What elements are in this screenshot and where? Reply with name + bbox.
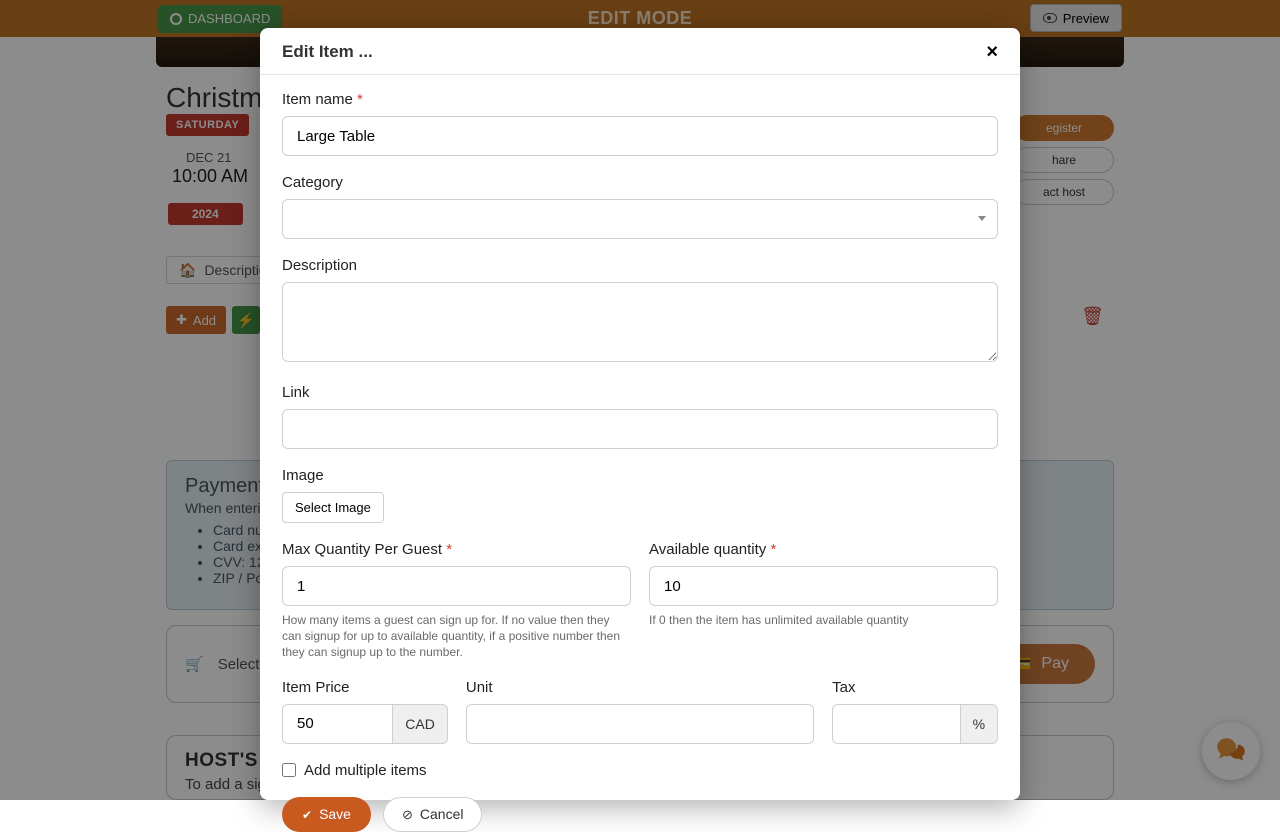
- item-name-input[interactable]: [282, 116, 998, 156]
- add-multiple-checkbox[interactable]: [282, 763, 296, 777]
- description-label: Description: [282, 257, 998, 274]
- edit-item-modal: Edit Item ... × Item name * Category Des…: [260, 28, 1020, 800]
- add-multiple-label: Add multiple items: [304, 762, 427, 779]
- tax-input[interactable]: [832, 704, 960, 744]
- close-icon: ×: [986, 41, 998, 63]
- description-textarea[interactable]: [282, 282, 998, 362]
- modal-title: Edit Item ...: [282, 42, 373, 62]
- max-qty-label: Max Quantity Per Guest *: [282, 541, 631, 558]
- unit-input[interactable]: [466, 704, 814, 744]
- item-price-label: Item Price: [282, 679, 448, 696]
- item-price-input[interactable]: [282, 704, 393, 744]
- check-icon: [302, 806, 312, 822]
- avail-qty-help: If 0 then the item has unlimited availab…: [649, 612, 998, 628]
- link-input[interactable]: [282, 409, 998, 449]
- item-name-label: Item name *: [282, 91, 998, 108]
- category-label: Category: [282, 174, 998, 191]
- cancel-label: Cancel: [420, 806, 464, 822]
- cancel-button[interactable]: Cancel: [383, 797, 483, 832]
- link-label: Link: [282, 384, 998, 401]
- max-qty-input[interactable]: [282, 566, 631, 606]
- price-currency-suffix: CAD: [393, 704, 448, 744]
- category-select[interactable]: [282, 199, 998, 239]
- save-label: Save: [319, 806, 351, 822]
- avail-qty-label: Available quantity *: [649, 541, 998, 558]
- tax-label: Tax: [832, 679, 998, 696]
- save-button[interactable]: Save: [282, 797, 371, 832]
- max-qty-help: How many items a guest can sign up for. …: [282, 612, 631, 661]
- avail-qty-input[interactable]: [649, 566, 998, 606]
- close-button[interactable]: ×: [986, 42, 998, 62]
- select-image-button[interactable]: Select Image: [282, 492, 384, 523]
- tax-percent-suffix: %: [961, 704, 998, 744]
- cancel-icon: [402, 806, 413, 823]
- unit-label: Unit: [466, 679, 814, 696]
- image-label: Image: [282, 467, 998, 484]
